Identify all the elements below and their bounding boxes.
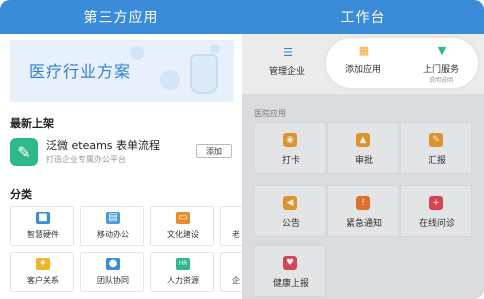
manage-company-button[interactable]: ☰ 管理企业 xyxy=(252,42,322,86)
category-label: 企 xyxy=(232,276,240,285)
page-title: 工作台 xyxy=(242,0,484,34)
category-label: 文化建设 xyxy=(167,230,199,239)
medical-jar-icon xyxy=(190,54,218,94)
page-title: 第三方应用 xyxy=(0,0,242,34)
quick-action-label: 添加应用 xyxy=(344,65,381,75)
add-app-quick-button[interactable]: ▦ 添加应用 xyxy=(328,40,398,84)
screenshot-frame: 第三方应用 医疗行业方案 最新上架 ✎ 泛微 eteams 表单流程 打造企业专… xyxy=(0,0,484,299)
app-tile-label: 健康上报 xyxy=(272,279,309,289)
medical-icon: + xyxy=(429,196,443,210)
report-icon: ✎ xyxy=(429,133,443,147)
category-hr[interactable]: HR 人力资源 xyxy=(150,252,214,292)
highlight-pill: ▦ 添加应用 ▼ 上门服务 说明说明 xyxy=(326,38,478,88)
category-label: 人力资源 xyxy=(167,276,199,285)
banner-title: 医疗行业方案 xyxy=(29,62,132,81)
grid-plus-icon: ▦ xyxy=(358,44,370,57)
handshake-icon: ✦ xyxy=(36,258,50,270)
hr-icon: HR xyxy=(176,258,190,270)
alert-icon: ! xyxy=(356,196,370,210)
category-label: 移动办公 xyxy=(97,230,129,239)
category-label: 客户关系 xyxy=(27,276,59,285)
app-tile-approval[interactable]: ▲ 审批 xyxy=(327,122,399,174)
app-tile-health-report[interactable]: ♥ 健康上报 xyxy=(254,245,326,297)
quick-action-label: 管理企业 xyxy=(268,67,305,77)
category-smart-hardware[interactable]: ■ 智慧硬件 xyxy=(10,206,74,246)
category-label: 老 xyxy=(232,230,240,239)
app-tile-consultation[interactable]: + 在线问诊 xyxy=(400,185,472,237)
third-party-apps-panel: 第三方应用 医疗行业方案 最新上架 ✎ 泛微 eteams 表单流程 打造企业专… xyxy=(0,0,242,299)
bubble-decoration xyxy=(130,46,144,60)
app-tile-label: 打卡 xyxy=(281,156,300,166)
category-label: 智慧硬件 xyxy=(27,230,59,239)
bubble-decoration xyxy=(160,70,180,90)
app-tile-label: 审批 xyxy=(354,156,373,166)
team-icon: ● xyxy=(106,258,120,270)
category-partial[interactable]: 企 xyxy=(220,252,242,292)
category-customer-relations[interactable]: ✦ 客户关系 xyxy=(10,252,74,292)
category-label: 团队协同 xyxy=(97,276,129,285)
stamp-icon: ▲ xyxy=(356,133,370,147)
group-title: 医院应用 xyxy=(254,109,286,118)
app-tile-label: 公告 xyxy=(281,219,300,229)
location-icon: ◉ xyxy=(283,133,297,147)
app-tile-label: 在线问诊 xyxy=(418,219,455,229)
onsite-service-button[interactable]: ▼ 上门服务 说明说明 xyxy=(406,40,476,84)
app-tile-announcement[interactable]: ◀ 公告 xyxy=(254,185,326,237)
book-icon: ▭ xyxy=(176,212,190,224)
category-team-collab[interactable]: ● 团队协同 xyxy=(80,252,144,292)
tools-icon: ✎ xyxy=(10,138,38,166)
health-report-icon: ♥ xyxy=(283,256,297,270)
app-tile-report[interactable]: ✎ 汇报 xyxy=(400,122,472,174)
app-list-item[interactable]: ✎ 泛微 eteams 表单流程 打造企业专属办公平台 添加 xyxy=(10,136,234,172)
app-name: 泛微 eteams 表单流程 xyxy=(46,139,161,152)
add-app-button[interactable]: 添加 xyxy=(196,144,232,158)
megaphone-icon: ◀ xyxy=(283,196,297,210)
quick-action-sublabel: 说明说明 xyxy=(428,77,453,84)
app-tile-emergency[interactable]: ! 紧急通知 xyxy=(327,185,399,237)
quick-action-label: 上门服务 xyxy=(422,65,459,75)
cube-icon: ■ xyxy=(36,212,50,224)
category-partial[interactable]: 老 xyxy=(220,206,242,246)
promo-banner[interactable]: 医疗行业方案 xyxy=(10,40,234,102)
category-mobile-office[interactable]: ▤ 移动办公 xyxy=(80,206,144,246)
latest-section-title: 最新上架 xyxy=(10,117,54,130)
sliders-icon: ☰ xyxy=(283,46,293,59)
app-subtitle: 打造企业专属办公平台 xyxy=(46,155,126,164)
bubble-decoration xyxy=(210,44,220,54)
app-tile-label: 紧急通知 xyxy=(345,219,382,229)
app-tile-checkin[interactable]: ◉ 打卡 xyxy=(254,122,326,174)
document-icon: ▤ xyxy=(106,212,120,224)
tie-icon: ▼ xyxy=(437,44,447,57)
category-section-title: 分类 xyxy=(10,188,32,201)
category-culture[interactable]: ▭ 文化建设 xyxy=(150,206,214,246)
app-tile-label: 汇报 xyxy=(427,156,446,166)
